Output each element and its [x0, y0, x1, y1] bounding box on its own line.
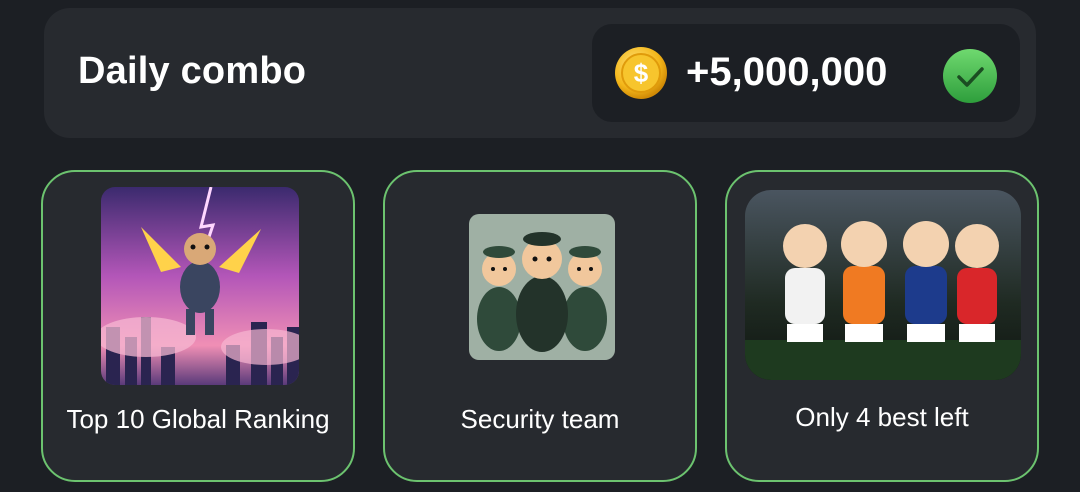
reward-amount: +5,000,000 — [686, 50, 888, 94]
winged-hamster-image — [101, 187, 299, 385]
card-label-1: Top 10 Global Ranking — [66, 404, 330, 434]
card-label-2: Security team — [460, 404, 620, 434]
check-icon — [942, 48, 998, 104]
daily-combo-header: Daily combo $ +5,000,000 — [44, 8, 1036, 138]
football-hamsters-image — [745, 190, 1021, 380]
combo-card-2[interactable]: Security team — [383, 170, 697, 482]
svg-text:$: $ — [634, 58, 649, 88]
security-team-image — [469, 214, 615, 360]
reward-pill: $ +5,000,000 — [592, 24, 1020, 122]
combo-card-3[interactable]: Only 4 best left — [725, 170, 1039, 482]
daily-combo-title: Daily combo — [78, 50, 307, 92]
combo-card-1[interactable]: Top 10 Global Ranking — [41, 170, 355, 482]
gold-coin-icon: $ — [614, 46, 668, 100]
card-label-3: Only 4 best left — [795, 402, 969, 432]
